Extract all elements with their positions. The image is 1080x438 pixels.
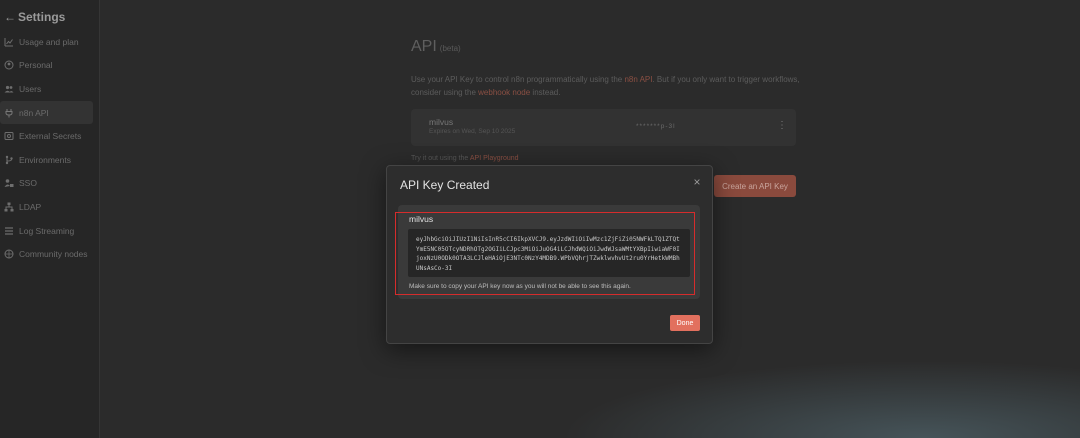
api-playground-link[interactable]: API Playground xyxy=(470,155,519,162)
sidebar-item-label: Personal xyxy=(19,60,53,71)
sidebar-item-label: n8n API xyxy=(19,107,49,118)
sidebar-item-label: Usage and plan xyxy=(19,36,79,47)
back-arrow-icon[interactable]: ← xyxy=(4,10,16,24)
user-circle-icon xyxy=(4,60,14,70)
sidebar-item-label: Users xyxy=(19,83,42,94)
sidebar-item-personal[interactable]: Personal xyxy=(0,54,93,78)
sidebar-item-label: Log Streaming xyxy=(19,225,75,236)
sidebar-list: Usage and plan Personal Users n8n API Ex… xyxy=(0,30,99,266)
sidebar-item-label: LDAP xyxy=(19,201,42,212)
create-api-key-button[interactable]: Create an API Key xyxy=(714,175,796,197)
api-key-value[interactable]: eyJhbGciOiJIUzI1NiIsInR5cCI6IkpXVCJ9.eyJ… xyxy=(408,229,690,277)
webhook-node-link[interactable]: webhook node xyxy=(478,88,530,97)
chart-icon xyxy=(4,37,14,47)
user-lock-icon xyxy=(4,178,14,188)
api-key-expiry: Expires on Wed, Sep 10 2025 xyxy=(429,128,516,135)
sidebar-header[interactable]: ← Settings xyxy=(0,0,99,26)
cube-icon xyxy=(4,249,14,259)
beta-tag: (beta) xyxy=(439,44,461,53)
sidebar-item-label: SSO xyxy=(19,178,37,189)
page-title-text: API xyxy=(411,38,437,55)
api-key-name: milvus xyxy=(409,214,434,224)
modal-title: API Key Created xyxy=(400,178,490,192)
list-icon xyxy=(4,226,14,236)
api-key-created-modal: API Key Created × milvus eyJhbGciOiJIUzI… xyxy=(386,165,713,344)
settings-sidebar: ← Settings Usage and plan Personal Users… xyxy=(0,0,100,438)
sidebar-item-label: External Secrets xyxy=(19,131,82,142)
sidebar-item-community-nodes[interactable]: Community nodes xyxy=(0,242,93,266)
description-text: Use your API Key to control n8n programm… xyxy=(411,75,625,84)
api-key-masked: *******p-3l xyxy=(636,123,676,130)
hint-text: Try it out using the xyxy=(411,155,470,162)
api-key-panel: milvus eyJhbGciOiJIUzI1NiIsInR5cCI6IkpXV… xyxy=(398,205,700,299)
description-text: instead. xyxy=(530,88,561,97)
sidebar-title: Settings xyxy=(18,9,66,24)
sidebar-item-label: Environments xyxy=(19,154,71,165)
sidebar-item-ldap[interactable]: LDAP xyxy=(0,195,93,219)
done-button[interactable]: Done xyxy=(670,315,700,331)
network-icon xyxy=(4,202,14,212)
api-key-card: milvus Expires on Wed, Sep 10 2025 *****… xyxy=(411,109,796,146)
sidebar-item-n8n-api[interactable]: n8n API xyxy=(0,100,93,125)
api-description: Use your API Key to control n8n programm… xyxy=(411,73,801,99)
page-title: API (beta) xyxy=(411,38,461,56)
copy-warning: Make sure to copy your API key now as yo… xyxy=(409,283,631,290)
sidebar-item-label: Community nodes xyxy=(19,249,88,260)
playground-hint: Try it out using the API Playground xyxy=(411,155,519,162)
sidebar-item-usage[interactable]: Usage and plan xyxy=(0,30,93,54)
branch-icon xyxy=(4,155,14,165)
more-options-icon[interactable]: ⋮ xyxy=(777,120,787,131)
sidebar-item-log-streaming[interactable]: Log Streaming xyxy=(0,219,93,243)
plug-icon xyxy=(4,108,14,118)
api-key-name: milvus xyxy=(429,117,454,127)
sidebar-item-external-secrets[interactable]: External Secrets xyxy=(0,124,93,148)
vault-icon xyxy=(4,131,14,141)
sidebar-item-users[interactable]: Users xyxy=(0,77,93,101)
users-icon xyxy=(4,84,14,94)
sidebar-item-environments[interactable]: Environments xyxy=(0,148,93,172)
close-icon[interactable]: × xyxy=(690,175,704,189)
sidebar-item-sso[interactable]: SSO xyxy=(0,172,93,196)
api-docs-link[interactable]: n8n API xyxy=(624,75,652,84)
